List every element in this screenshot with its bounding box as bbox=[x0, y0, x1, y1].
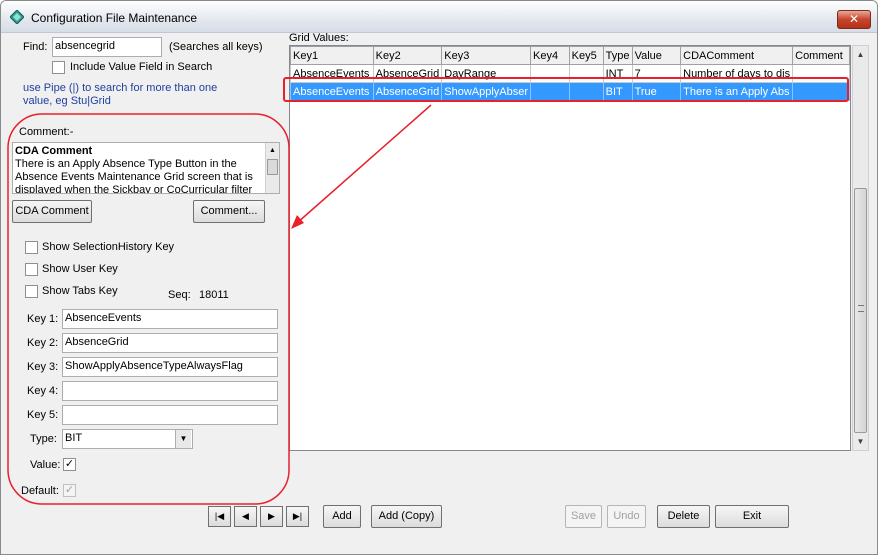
arrow-head-icon bbox=[291, 215, 304, 229]
annotation-overlay bbox=[7, 77, 849, 505]
annotation-arrow-line bbox=[296, 104, 432, 224]
highlight-box bbox=[283, 77, 849, 102]
config-window: Configuration File Maintenance ✕ Find: a… bbox=[0, 0, 878, 555]
annotation-ellipse bbox=[7, 113, 290, 505]
